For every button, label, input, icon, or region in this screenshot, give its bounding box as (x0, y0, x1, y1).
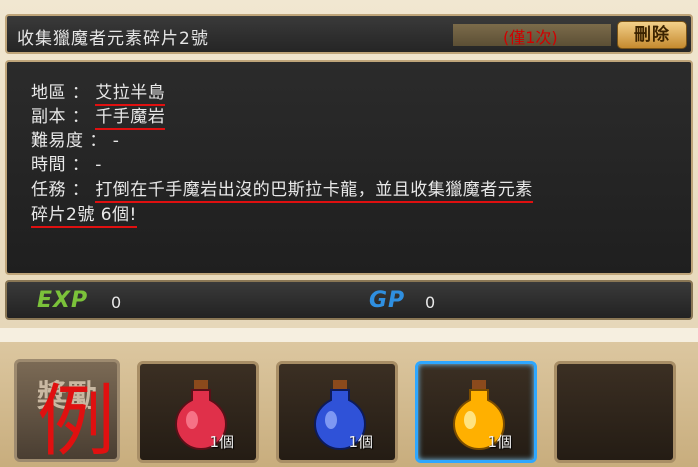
dungeon-label: 副本 ： (31, 107, 96, 127)
region-row: 地區 ： 艾拉半島 (31, 78, 166, 106)
reward-slot-1[interactable]: 1個 (137, 361, 259, 463)
exp-value: 0 (111, 293, 122, 312)
gp-value: 0 (425, 293, 436, 312)
reward-slot-2[interactable]: 1個 (276, 361, 398, 463)
example-stamp: 例 (37, 377, 116, 467)
reward-slot-empty (554, 361, 676, 463)
divider (0, 328, 698, 342)
reward-count-1: 1個 (209, 433, 234, 451)
dungeon-row: 副本 ： 千手魔岩 (31, 102, 166, 130)
exp-label: EXP (37, 288, 89, 313)
reward-count-2: 1個 (348, 433, 373, 451)
repeat-indicator: (僅1次) (453, 24, 611, 47)
mission-line-2: 碎片2號 6個! (31, 205, 137, 228)
quest-title: 收集獵魔者元素碎片2號 (17, 29, 209, 49)
mission-label: 任務 ： (31, 180, 96, 200)
reward-slot-3[interactable]: 1個 (415, 361, 537, 463)
mission-line-1: 打倒在千手魔岩出沒的巴斯拉卡龍，並且收集獵魔者元素 (95, 180, 533, 203)
delete-button[interactable]: 刪除 (617, 21, 687, 49)
reward-items-area: 獎勵 例 1個 1個 1個 (0, 342, 698, 467)
time-row: 時間 ： - (31, 155, 102, 175)
reward-badge: 獎勵 例 (14, 359, 120, 467)
mission-row-2: 碎片2號 6個! (31, 200, 137, 228)
difficulty-row: 難易度 ： - (31, 131, 120, 151)
mission-row: 任務 ： 打倒在千手魔岩出沒的巴斯拉卡龍，並且收集獵魔者元素 (31, 175, 533, 203)
region-label: 地區 ： (31, 83, 96, 103)
rewards-summary-bar: EXP 0 GP 0 (5, 280, 693, 320)
repeat-label: (僅1次) (503, 28, 558, 47)
gp-label: GP (369, 288, 406, 313)
reward-count-3: 1個 (487, 433, 512, 451)
quest-info-panel: 地區 ： 艾拉半島 副本 ： 千手魔岩 難易度 ： - 時間 ： - 任務 ： … (5, 60, 693, 275)
title-bar: 收集獵魔者元素碎片2號 (僅1次) 刪除 (5, 14, 693, 54)
quest-window: 收集獵魔者元素碎片2號 (僅1次) 刪除 地區 ： 艾拉半島 副本 ： 千手魔岩… (0, 0, 698, 328)
